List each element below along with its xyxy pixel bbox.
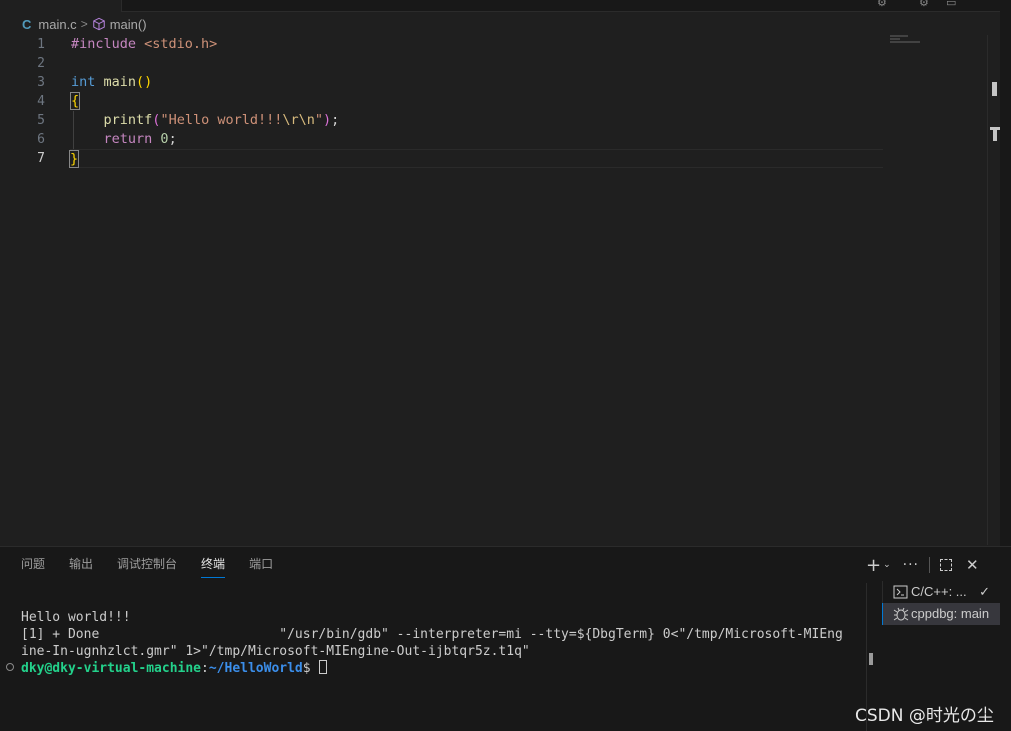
scrollbar-marker: [992, 82, 997, 96]
breadcrumb-file[interactable]: main.c: [38, 17, 76, 32]
panel-tabs: 问题 输出 调试控制台 终端 端口: [21, 555, 297, 579]
breadcrumb: C main.c > main(): [0, 13, 1000, 35]
chevron-right-icon: >: [80, 17, 88, 31]
prompt-user: dky@dky-virtual-machine: [21, 661, 202, 676]
token-keyword: return: [103, 131, 153, 147]
minimap[interactable]: [890, 35, 930, 55]
token-function: main: [95, 74, 137, 90]
terminal-tab-label: cppdbg: main: [911, 606, 990, 621]
debug-icon[interactable]: ⚙: [877, 0, 887, 9]
chevron-down-icon[interactable]: ⌄: [883, 560, 891, 570]
code-line-6[interactable]: return 0;: [71, 130, 883, 149]
line-number: 3: [37, 75, 45, 90]
watermark: CSDN @时光の尘: [855, 706, 994, 726]
terminal-output[interactable]: Hello world!!! [1] + Done "/usr/bin/gdb"…: [21, 609, 866, 677]
terminal-tab-cppdbg[interactable]: cppdbg: main: [882, 603, 1000, 625]
line-number: 1: [37, 37, 45, 52]
token-brace-close: }: [68, 150, 80, 168]
line-number-active: 7: [37, 151, 45, 166]
code-line-1[interactable]: #include <stdio.h>: [71, 35, 883, 54]
token-paren: ): [323, 112, 332, 128]
breadcrumb-symbol[interactable]: main(): [110, 17, 147, 32]
terminal-icon: [893, 585, 908, 599]
indent-guide: [73, 130, 74, 149]
c-file-icon: C: [22, 16, 32, 32]
terminal-prompt-line[interactable]: dky@dky-virtual-machine:~/HelloWorld$: [21, 660, 866, 677]
token-header: <stdio.h>: [136, 36, 218, 52]
tab-debug-console[interactable]: 调试控制台: [117, 555, 177, 579]
code-line-4[interactable]: {: [69, 92, 883, 111]
terminal-line: ine-In-ugnhzlct.gmr" 1>"/tmp/Microsoft-M…: [21, 644, 530, 659]
panel-actions: + ⌄ ··· ✕: [866, 555, 979, 576]
terminal-line: Hello world!!!: [21, 610, 131, 625]
line-number: 2: [37, 56, 45, 71]
line-number: 4: [37, 94, 45, 109]
token-number: 0: [152, 131, 169, 147]
code-line-7[interactable]: }: [68, 149, 883, 168]
more-actions-icon[interactable]: ···: [903, 557, 919, 573]
token-paren: (): [136, 74, 153, 90]
prompt-path: ~/HelloWorld: [208, 661, 303, 676]
split-editor-icon[interactable]: ▭: [946, 0, 956, 9]
prompt-symbol: $: [302, 661, 311, 676]
token-semicolon: ;: [168, 131, 177, 147]
tab-ports[interactable]: 端口: [249, 555, 273, 579]
code-editor[interactable]: 1 2 3 4 5 6 7 #include <stdio.h> int mai…: [0, 35, 987, 545]
tab-output[interactable]: 输出: [69, 555, 93, 579]
terminal-tab-cpp-build[interactable]: C/C++: ... ✓: [883, 581, 1000, 603]
scrollbar-marker: [990, 127, 1000, 141]
terminal-tab-label: C/C++: ...: [911, 584, 967, 599]
check-icon: ✓: [979, 584, 990, 599]
code-line-2[interactable]: [71, 54, 883, 73]
token-string: ": [314, 112, 324, 128]
code-line-3[interactable]: int main(): [71, 73, 883, 92]
indent-guide: [73, 111, 74, 130]
token-brace-open: {: [69, 92, 81, 110]
cube-icon: [92, 17, 105, 31]
terminal-cursor: [318, 660, 327, 674]
new-terminal-plus-icon[interactable]: +: [866, 555, 881, 576]
debug-icon: [893, 607, 909, 621]
terminal-line: [1] + Done "/usr/bin/gdb" --interpreter=…: [21, 627, 843, 642]
maximize-panel-icon[interactable]: [940, 559, 952, 571]
tab-problems[interactable]: 问题: [21, 555, 45, 579]
editor-tab-strip: ⚙ ⚙ ▭: [0, 0, 1011, 12]
token-string: "Hello world!!!: [160, 112, 283, 128]
line-number-gutter: 1 2 3 4 5 6 7: [0, 35, 60, 168]
token-preprocessor: #include: [71, 36, 137, 52]
token-semicolon: ;: [331, 112, 340, 128]
line-number: 6: [37, 132, 45, 147]
divider: [929, 557, 930, 573]
token-escape: \r\n: [282, 112, 315, 128]
code-lines[interactable]: #include <stdio.h> int main() { printf("…: [68, 35, 883, 168]
token-function: printf: [103, 112, 153, 128]
line-number: 5: [37, 113, 45, 128]
code-line-5[interactable]: printf("Hello world!!!\r\n");: [71, 111, 883, 130]
prompt-separator: :: [201, 661, 209, 676]
editor-scrollbar[interactable]: [987, 35, 1001, 545]
tab-terminal[interactable]: 终端: [201, 555, 226, 579]
terminal-scrollbar-thumb[interactable]: [869, 653, 873, 665]
gear-icon[interactable]: ⚙: [919, 0, 929, 9]
command-decoration-icon[interactable]: [6, 663, 14, 671]
terminal-tabs-list: C/C++: ... ✓ cppdbg: main: [882, 581, 1000, 625]
editor-tab-main-c[interactable]: [0, 0, 122, 12]
close-panel-icon[interactable]: ✕: [966, 556, 979, 574]
token-keyword: int: [71, 74, 96, 90]
